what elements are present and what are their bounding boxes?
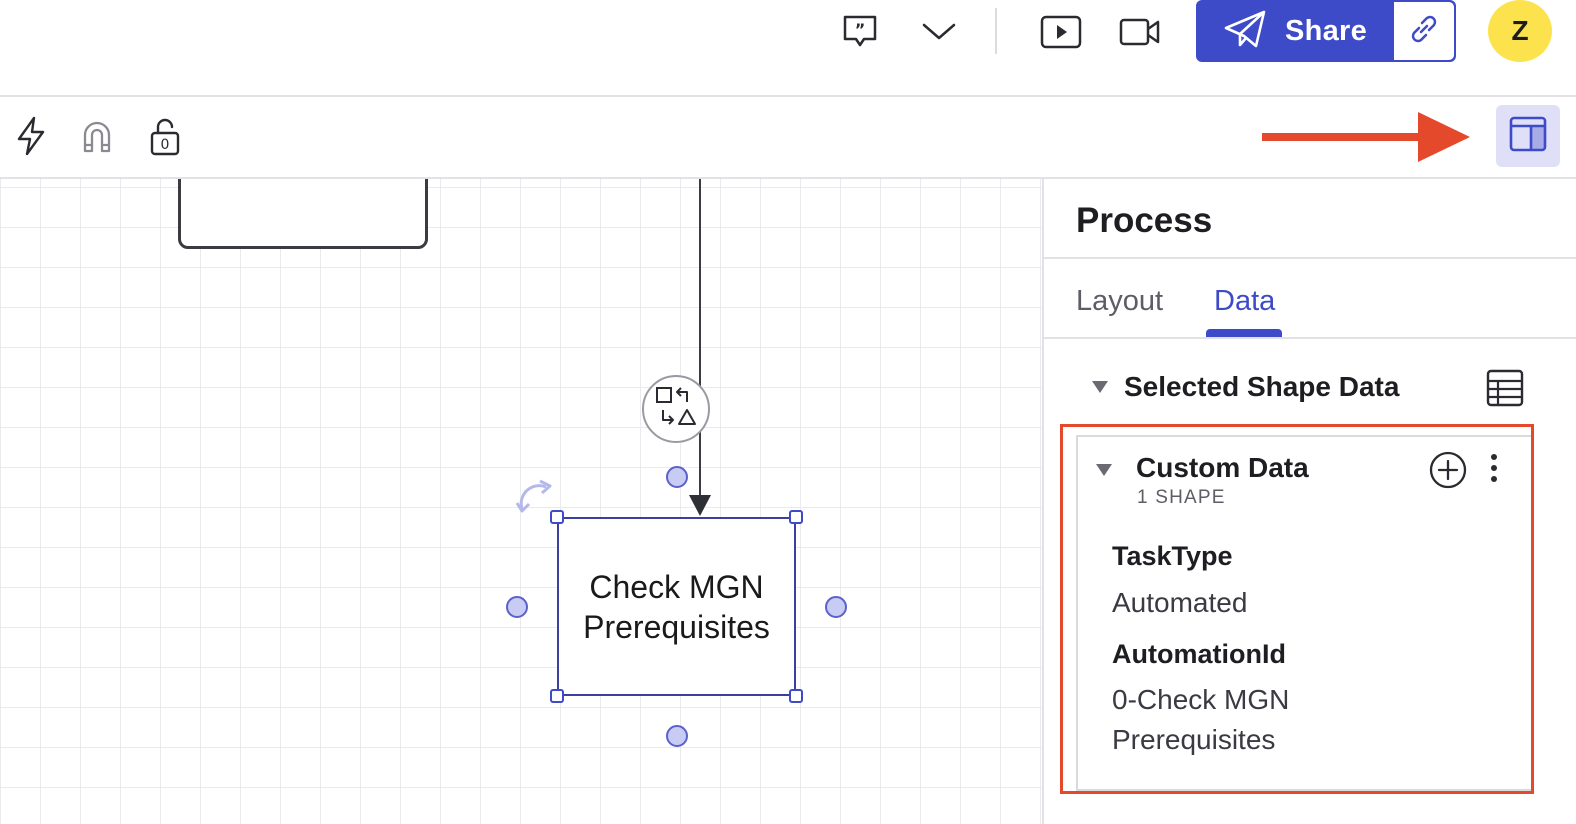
panel-divider	[1044, 257, 1576, 259]
selected-process-shape[interactable]: Check MGN Prerequisites	[557, 517, 796, 696]
present-icon[interactable]	[1036, 10, 1086, 54]
share-button-group: Share	[1196, 0, 1456, 62]
connection-point-top[interactable]	[666, 466, 688, 488]
diagram-canvas[interactable]: Check MGN Prerequisites	[0, 179, 1042, 824]
properties-panel: Process Layout Data Selected Shape Data …	[1042, 179, 1576, 824]
field-value-automationid[interactable]: 0-Check MGN Prerequisites	[1112, 680, 1289, 760]
link-icon	[1406, 11, 1442, 52]
section-title: Selected Shape Data	[1124, 371, 1400, 402]
panel-title: Process	[1076, 201, 1213, 240]
field-label-tasktype: TaskType	[1112, 541, 1233, 571]
tabs-divider	[1044, 337, 1576, 339]
add-field-button[interactable]	[1428, 450, 1468, 495]
resize-handle-top-left[interactable]	[550, 510, 564, 524]
toolbar-divider	[995, 8, 997, 54]
vertical-dots-icon	[1486, 454, 1502, 491]
share-label: Share	[1284, 14, 1368, 47]
connection-point-right[interactable]	[825, 596, 847, 618]
collapse-caret-icon[interactable]	[1094, 462, 1114, 483]
connection-point-bottom[interactable]	[666, 725, 688, 747]
custom-data-subtitle: 1 SHAPE	[1137, 487, 1226, 508]
paper-plane-icon	[1223, 9, 1267, 54]
lock-icon[interactable]: 0	[144, 113, 186, 159]
custom-data-title: Custom Data	[1136, 452, 1309, 483]
copy-link-button[interactable]	[1394, 2, 1454, 60]
shape-text-line2: Prerequisites	[583, 608, 770, 645]
field-label-automationid: AutomationId	[1112, 639, 1286, 669]
tab-data[interactable]: Data	[1214, 285, 1275, 318]
resize-handle-top-right[interactable]	[789, 510, 803, 524]
more-options-button[interactable]	[1486, 451, 1502, 492]
plus-circle-icon	[1428, 451, 1468, 494]
annotation-arrow	[1262, 110, 1472, 169]
shape-swap-icon	[653, 384, 699, 435]
lightning-icon[interactable]	[10, 115, 52, 157]
upstream-shape[interactable]	[178, 179, 428, 249]
connection-point-left[interactable]	[506, 596, 528, 618]
magnet-icon[interactable]	[76, 115, 118, 157]
resize-handle-bottom-right[interactable]	[789, 689, 803, 703]
panel-layout-icon	[1509, 116, 1547, 157]
shape-text-line1: Check MGN	[589, 568, 764, 605]
rotate-handle-icon[interactable]	[514, 477, 554, 517]
chevron-down-icon[interactable]	[918, 14, 960, 48]
avatar[interactable]: Z	[1488, 0, 1552, 62]
panel-layout-button[interactable]	[1496, 105, 1560, 167]
tab-layout[interactable]: Layout	[1076, 285, 1163, 318]
video-icon[interactable]	[1118, 10, 1162, 54]
svg-text:”: ”	[855, 20, 866, 39]
field-value-line1: 0-Check MGN	[1112, 684, 1290, 715]
collapse-caret-icon[interactable]	[1090, 379, 1110, 400]
share-button[interactable]: Share	[1196, 0, 1394, 62]
top-bar: ” Share Z	[0, 0, 1576, 97]
field-value-line2: Prerequisites	[1112, 724, 1276, 755]
lock-count: 0	[161, 137, 170, 153]
connector-line[interactable]	[680, 179, 720, 519]
swap-shape-button[interactable]	[642, 375, 710, 443]
resize-handle-bottom-left[interactable]	[550, 689, 564, 703]
field-value-tasktype[interactable]: Automated	[1112, 583, 1247, 623]
comment-icon[interactable]: ”	[834, 8, 886, 56]
table-icon[interactable]	[1486, 369, 1524, 412]
active-tab-indicator	[1206, 329, 1282, 337]
